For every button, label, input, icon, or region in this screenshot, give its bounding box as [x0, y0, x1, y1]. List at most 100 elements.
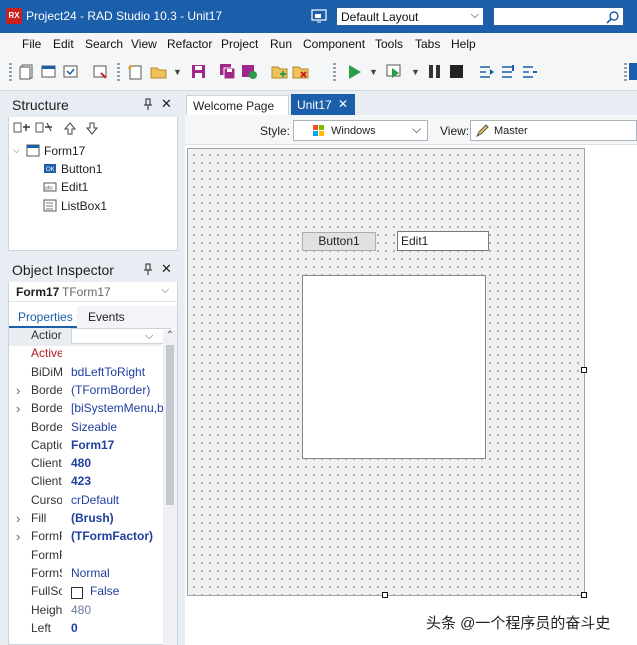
pin-icon[interactable]: [143, 98, 153, 113]
menu-tools[interactable]: Tools: [375, 37, 403, 51]
chevron-down-icon[interactable]: ▼: [173, 67, 182, 77]
property-row[interactable]: Left 0: [9, 621, 161, 639]
menu-tabs[interactable]: Tabs: [415, 37, 440, 51]
tab-unit17[interactable]: Unit17 ✕: [291, 94, 355, 115]
menu-refactor[interactable]: Refactor: [167, 37, 212, 51]
menu-component[interactable]: Component: [303, 37, 365, 51]
step-over-icon[interactable]: [500, 63, 517, 80]
style-combo[interactable]: Windows ⌵: [293, 120, 428, 141]
trace-into-icon[interactable]: [478, 63, 495, 80]
property-value[interactable]: [biSystemMenu,bil: [71, 401, 163, 415]
property-value[interactable]: Normal: [71, 566, 163, 580]
remove-from-project-icon[interactable]: [292, 63, 309, 80]
property-row[interactable]: Curso crDefault: [9, 493, 161, 511]
run-without-debugging-icon[interactable]: [386, 63, 403, 80]
close-icon[interactable]: ✕: [161, 96, 172, 112]
add-to-project-icon[interactable]: [271, 63, 288, 80]
property-row[interactable]: FormS Normal: [9, 566, 161, 584]
menu-file[interactable]: File: [22, 37, 41, 51]
property-row[interactable]: Client 423: [9, 474, 161, 492]
stop-icon[interactable]: [448, 63, 465, 80]
property-value[interactable]: Form17: [71, 438, 163, 452]
reopen-icon[interactable]: [92, 63, 109, 80]
chevron-down-icon[interactable]: ⌵: [145, 330, 153, 343]
close-tab-icon[interactable]: ✕: [338, 97, 348, 111]
save-all-icon[interactable]: [219, 63, 236, 80]
listbox1-control[interactable]: [302, 275, 486, 459]
property-value[interactable]: crDefault: [71, 493, 163, 507]
property-value[interactable]: 480: [71, 603, 163, 617]
property-value[interactable]: bdLeftToRight: [71, 365, 163, 379]
chevron-down-icon[interactable]: ▼: [411, 67, 420, 77]
menu-edit[interactable]: Edit: [53, 37, 74, 51]
checkbox[interactable]: [71, 587, 83, 600]
toolbar-grip[interactable]: [624, 63, 627, 81]
tab-welcome-page[interactable]: Welcome Page: [186, 95, 289, 115]
new-icon[interactable]: [127, 63, 144, 80]
menu-search[interactable]: Search: [85, 37, 123, 51]
layout-desktop-icon[interactable]: [311, 8, 327, 24]
collapse-all-icon[interactable]: [35, 121, 53, 135]
property-row[interactable]: BiDiM bdLeftToRight: [9, 365, 161, 383]
resize-handle-bottom[interactable]: [382, 592, 388, 598]
open-project-icon[interactable]: [62, 63, 79, 80]
property-value[interactable]: Sizeable: [71, 420, 163, 434]
property-value[interactable]: 480: [71, 456, 163, 470]
resize-handle-right[interactable]: [581, 367, 587, 373]
tree-item-button1[interactable]: Button1: [61, 162, 102, 176]
resize-handle-corner[interactable]: [581, 592, 587, 598]
tab-events[interactable]: Events: [88, 310, 125, 324]
tree-item-form17[interactable]: Form17: [44, 144, 85, 158]
menu-run[interactable]: Run: [270, 37, 292, 51]
property-row[interactable]: FullSc False: [9, 584, 161, 602]
save-project-icon[interactable]: [241, 63, 258, 80]
close-icon[interactable]: ✕: [161, 261, 172, 277]
button1-control[interactable]: Button1: [302, 232, 376, 251]
property-row[interactable]: Heigh 480: [9, 603, 161, 621]
run-to-cursor-icon[interactable]: [521, 63, 538, 80]
property-row[interactable]: Borde Sizeable: [9, 420, 161, 438]
open-icon[interactable]: [40, 63, 57, 80]
property-row[interactable]: FormF: [9, 548, 161, 566]
expand-chevron-icon[interactable]: ›: [16, 511, 20, 526]
ide-search-input[interactable]: [493, 7, 624, 26]
menu-view[interactable]: View: [131, 37, 157, 51]
menu-help[interactable]: Help: [451, 37, 476, 51]
tree-item-edit1[interactable]: Edit1: [61, 180, 88, 194]
property-value[interactable]: (Brush): [71, 511, 163, 525]
save-icon[interactable]: [190, 63, 207, 80]
property-value[interactable]: 423: [71, 474, 163, 488]
layout-combo[interactable]: Default Layout ⌵: [336, 7, 484, 26]
property-value[interactable]: (TFormFactor): [71, 529, 163, 543]
toolbar-grip[interactable]: [9, 63, 12, 81]
property-row[interactable]: Client 480: [9, 456, 161, 474]
tree-collapse-chevron-icon[interactable]: ⌵: [13, 145, 20, 156]
expand-all-icon[interactable]: [13, 121, 31, 135]
tree-item-listbox1[interactable]: ListBox1: [61, 199, 107, 213]
run-icon[interactable]: [346, 63, 363, 80]
property-value[interactable]: [71, 328, 171, 344]
view-combo[interactable]: Master: [470, 120, 637, 141]
scroll-up-icon[interactable]: ⌃: [163, 330, 177, 344]
edit1-control[interactable]: Edit1: [397, 231, 489, 251]
property-row[interactable]: › FormF (TFormFactor): [9, 529, 161, 547]
pin-icon[interactable]: [143, 263, 153, 278]
expand-chevron-icon[interactable]: ›: [16, 529, 20, 544]
property-row[interactable]: › Fill (Brush): [9, 511, 161, 529]
toolbar-overflow-icon[interactable]: [629, 63, 637, 80]
pause-icon[interactable]: [426, 63, 443, 80]
new-items-icon[interactable]: [19, 63, 36, 80]
property-row[interactable]: › Borde (TFormBorder): [9, 383, 161, 401]
property-value[interactable]: (TFormBorder): [71, 383, 163, 397]
toolbar-grip[interactable]: [333, 63, 336, 81]
chevron-down-icon[interactable]: ▼: [369, 67, 378, 77]
toolbar-grip[interactable]: [117, 63, 120, 81]
menu-project[interactable]: Project: [221, 37, 258, 51]
expand-chevron-icon[interactable]: ›: [16, 383, 20, 398]
tab-properties[interactable]: Properties: [9, 306, 77, 328]
arrow-down-icon[interactable]: [85, 121, 99, 135]
scrollbar-thumb[interactable]: [166, 345, 174, 505]
expand-chevron-icon[interactable]: ›: [16, 401, 20, 416]
open-folder-icon[interactable]: [150, 63, 167, 80]
property-value[interactable]: 0: [71, 621, 163, 635]
